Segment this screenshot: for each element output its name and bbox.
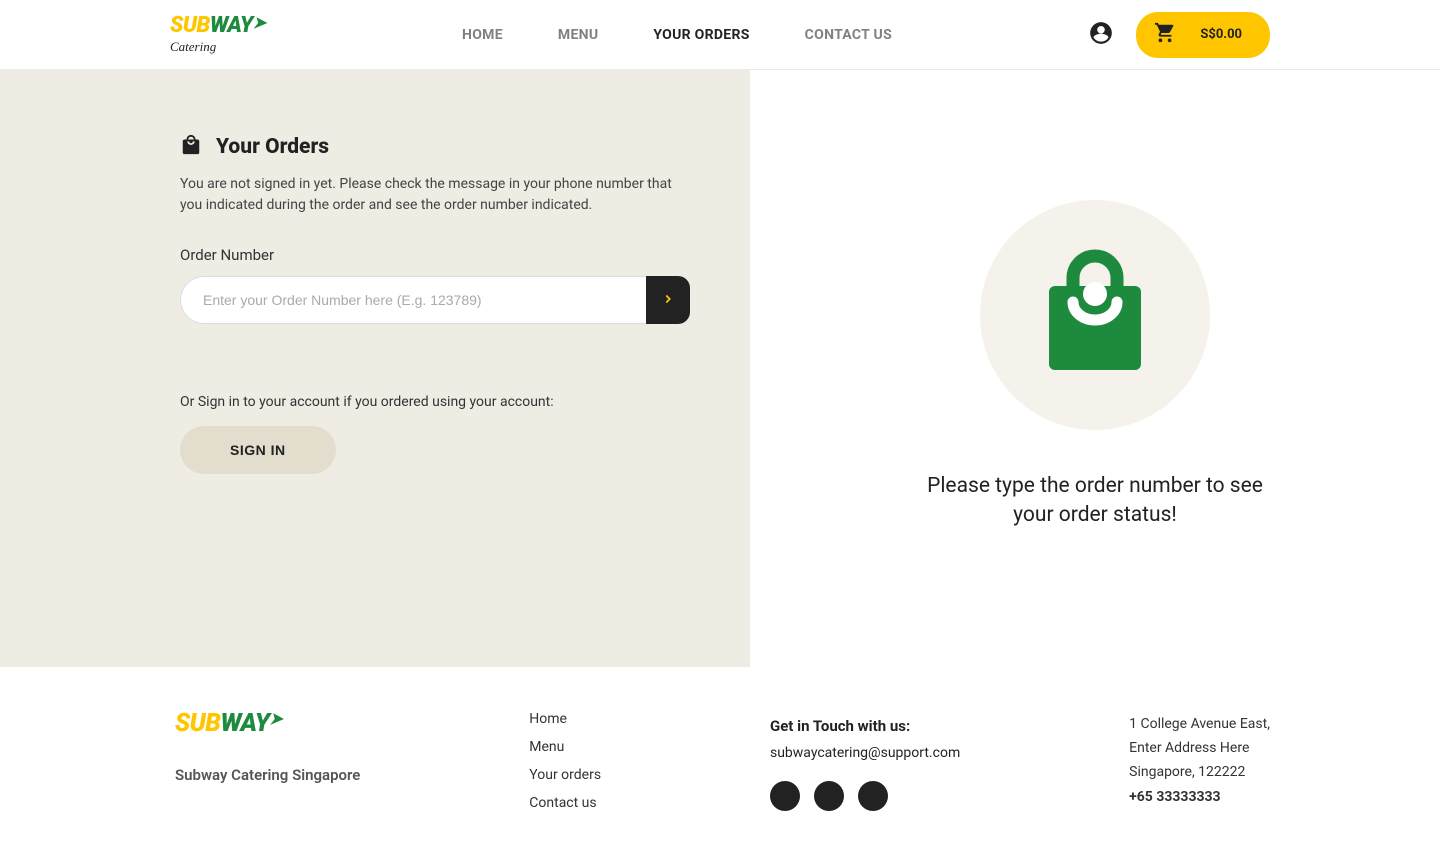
footer-link-menu[interactable]: Menu [529,739,601,755]
footer-links-col: Home Menu Your orders Contact us [529,707,601,811]
order-number-label: Order Number [180,246,690,264]
main-content: Your Orders You are not signed in yet. P… [0,70,1440,667]
cart-button[interactable]: S$0.00 [1136,12,1270,58]
submit-order-number-button[interactable] [646,276,690,324]
logo[interactable]: SUBWAY➤ Catering [170,15,266,55]
footer-contact-col: Get in Touch with us: subwaycatering@sup… [770,707,960,811]
header-actions: S$0.00 [1088,12,1270,58]
main-nav: HOME MENU YOUR ORDERS CONTACT US [462,27,892,43]
footer: SUBWAY➤ Subway Catering Singapore Home M… [0,667,1440,851]
footer-link-home[interactable]: Home [529,711,601,727]
bag-icon [180,134,202,160]
social-link-3[interactable] [858,781,888,811]
account-icon[interactable] [1088,20,1114,50]
footer-link-orders[interactable]: Your orders [529,767,601,783]
nav-contact[interactable]: CONTACT US [805,27,892,43]
header: SUBWAY➤ Catering HOME MENU YOUR ORDERS C… [0,0,1440,70]
logo-text: SUBWAY➤ [170,15,266,37]
empty-state-illustration [980,200,1210,430]
signin-button[interactable]: SIGN IN [180,426,336,474]
address-line-2: Enter Address Here [1129,737,1270,761]
footer-address-col: 1 College Avenue East, Enter Address Her… [1129,707,1270,811]
logo-part-way: WAY [210,13,253,38]
order-number-input-group [180,276,690,324]
social-links [770,781,960,811]
footer-brand-col: SUBWAY➤ Subway Catering Singapore [175,707,360,811]
nav-home[interactable]: HOME [462,27,503,43]
contact-email[interactable]: subwaycatering@support.com [770,745,960,761]
address-line-1: 1 College Avenue East, [1129,713,1270,737]
contact-phone: +65 33333333 [1129,786,1270,810]
social-link-1[interactable] [770,781,800,811]
footer-logo[interactable]: SUBWAY➤ [175,711,360,736]
chevron-right-icon [661,292,675,309]
shopping-bag-large-icon [1035,248,1155,382]
logo-arrow-icon: ➤ [253,13,266,32]
panel-heading-row: Your Orders [180,134,690,160]
address-line-3: Singapore, 122222 [1129,761,1270,785]
order-lookup-panel: Your Orders You are not signed in yet. P… [0,70,750,667]
panel-description: You are not signed in yet. Please check … [180,174,690,216]
order-number-input[interactable] [180,276,646,324]
cart-amount: S$0.00 [1200,27,1242,42]
contact-title: Get in Touch with us: [770,717,960,735]
logo-arrow-icon: ➤ [269,709,282,728]
footer-link-contact[interactable]: Contact us [529,795,601,811]
logo-part-sub: SUB [170,13,210,38]
logo-catering: Catering [170,39,266,55]
empty-state-message: Please type the order number to see your… [915,472,1275,531]
nav-menu[interactable]: MENU [558,27,598,43]
nav-your-orders[interactable]: YOUR ORDERS [653,27,749,43]
footer-tagline: Subway Catering Singapore [175,766,360,784]
order-status-panel: Please type the order number to see your… [750,70,1440,667]
panel-title: Your Orders [216,135,329,159]
cart-icon [1154,22,1176,48]
social-link-2[interactable] [814,781,844,811]
signin-prompt: Or Sign in to your account if you ordere… [180,394,690,410]
